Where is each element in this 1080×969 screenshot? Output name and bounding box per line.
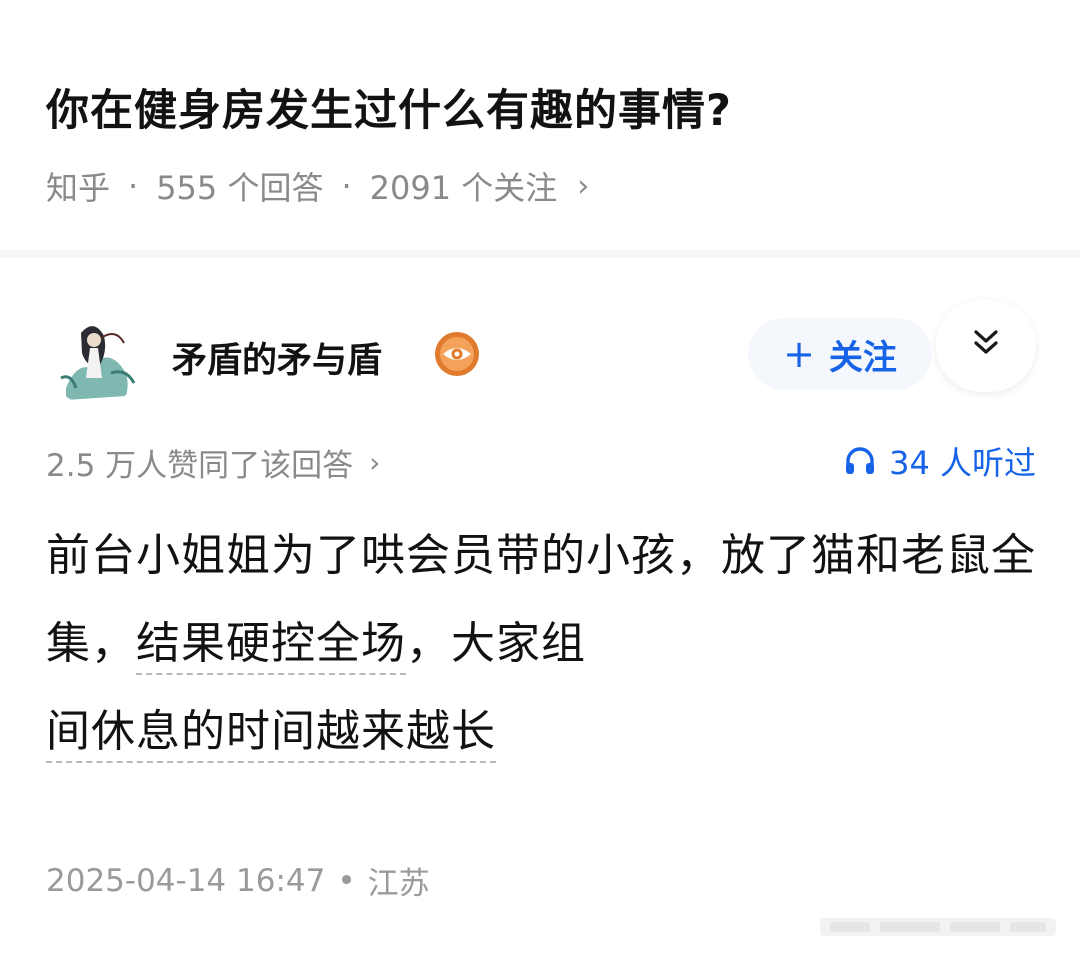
likes-info[interactable]: 2.5 万人赞同了该回答 ›: [46, 440, 380, 485]
answers-count: 555 个回答: [156, 169, 324, 207]
source-label: 知乎: [46, 169, 111, 207]
search-keyword-link[interactable]: 结果硬控全场: [136, 618, 406, 675]
answer-date: 2025-04-14 16:47: [46, 862, 326, 899]
listen-count: 34 人听过: [889, 444, 1036, 482]
eye-badge-icon[interactable]: [433, 330, 481, 378]
plus-icon: +: [783, 332, 815, 376]
listen-info[interactable]: 34 人听过: [843, 438, 1036, 484]
follow-button[interactable]: + 关注: [748, 318, 932, 390]
avatar[interactable]: [46, 308, 144, 406]
followers-count: 2091 个关注: [369, 169, 558, 207]
answer-content[interactable]: 前台小姐姐为了哄会员带的小孩，放了猫和老鼠全集，结果硬控全场，大家组 间休息的时…: [46, 512, 1036, 776]
more-button[interactable]: [936, 300, 1036, 392]
footer-separator: •: [337, 862, 356, 899]
meta-separator: ·: [341, 167, 352, 205]
meta-separator: ·: [128, 167, 139, 205]
section-divider: [0, 250, 1080, 258]
question-meta[interactable]: 知乎 · 555 个回答 · 2091 个关注 ›: [46, 163, 589, 209]
search-keyword-link[interactable]: 间休息的时间越来越长: [46, 706, 496, 763]
headphones-icon: [846, 447, 875, 474]
answer-location: 江苏: [367, 866, 430, 902]
double-chevron-down-icon: [974, 330, 998, 354]
chevron-right-icon: ›: [369, 446, 381, 479]
watermark-image: [820, 912, 1056, 942]
likes-count: 2.5 万人赞同了该回答: [46, 448, 354, 484]
chevron-right-icon: ›: [577, 168, 590, 204]
answer-text: ，大家组: [406, 618, 586, 669]
question-title[interactable]: 你在健身房发生过什么有趣的事情?: [46, 76, 732, 138]
follow-button-label: 关注: [828, 337, 897, 378]
author-name[interactable]: 矛盾的矛与盾: [172, 332, 382, 383]
answer-footer-meta: 2025-04-14 16:47 • 江苏: [46, 858, 430, 903]
